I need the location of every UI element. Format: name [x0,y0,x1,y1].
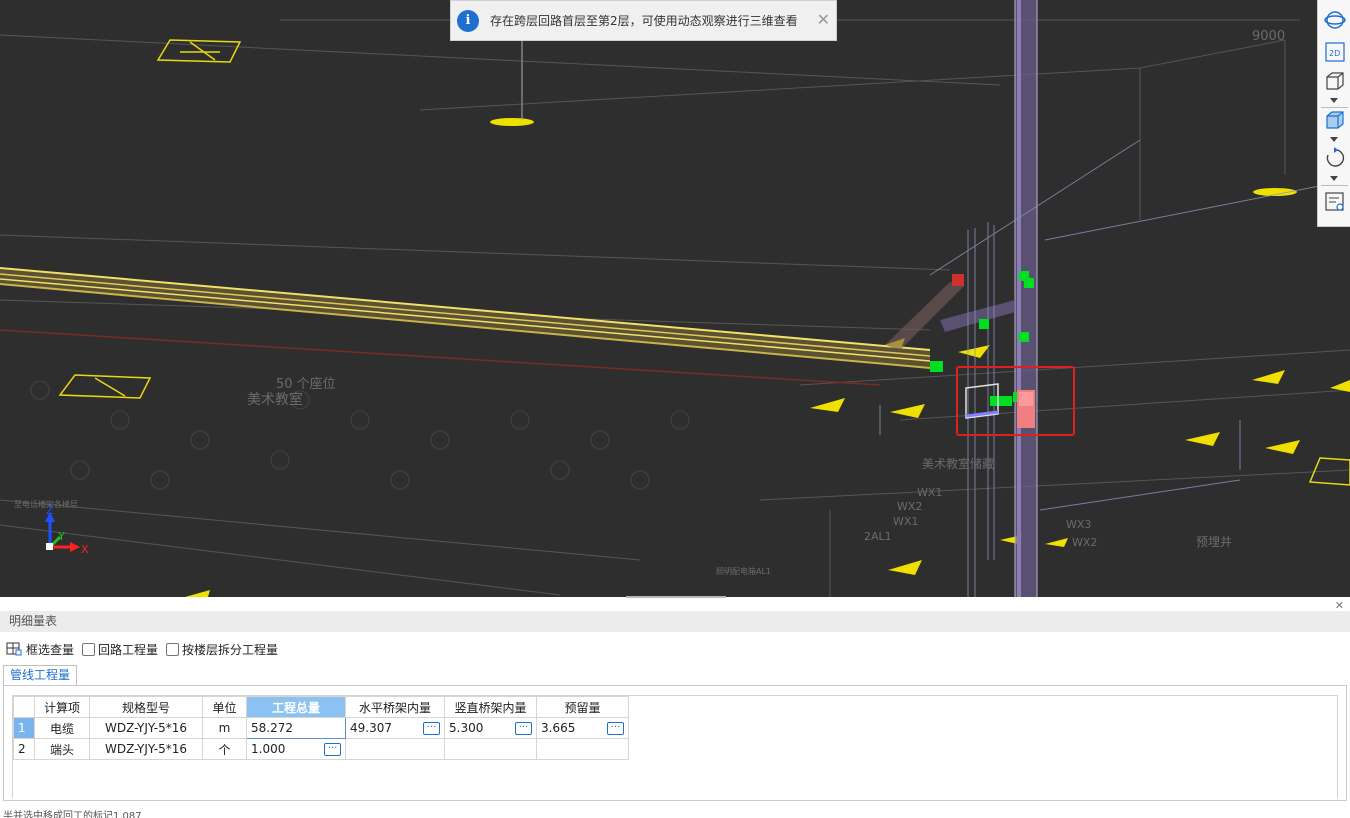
2al1-label: 2AL1 [864,530,892,543]
3d-viewport[interactable]: 50 个座位 美术教室 美术教室储藏 9000 WX1 WX2 WX1 2AL1… [0,0,1350,597]
notification-bar: i 存在跨层回路首层至第2层，可使用动态观察进行三维查看 ✕ [450,0,837,41]
status-bar: 半并选中移成回工的标记1.087 [3,811,142,818]
axis-z-label: Z [46,504,54,517]
wireframe [879,139,1350,597]
tab-pipe-quantity[interactable]: 管线工程量 [3,665,78,686]
column-header[interactable]: 计算项 [34,696,90,718]
item-cell[interactable]: 端头 [34,738,90,760]
circuit-quantity-checkbox[interactable]: 回路工程量 [82,641,158,658]
total-cell[interactable]: 1.000 ··· [246,738,346,760]
column-header-active[interactable]: 工程总量 [246,696,346,718]
rotate-icon [1326,147,1345,167]
room-seat-label: 50 个座位 [276,377,336,392]
spec-cell[interactable]: WDZ-YJY-5*16 [89,738,203,760]
table-row[interactable]: 1 电缆 WDZ-YJY-5*16 m 58.272 49.307 ··· 5.3… [13,717,629,739]
wx3-label: WX3 [1066,518,1091,531]
column-header[interactable]: 竖直桥架内量 [444,696,537,718]
panel-tabs: 管线工程量 [3,665,78,686]
chevron-down-icon[interactable] [1330,98,1338,103]
wx2b-label: WX2 [1072,536,1097,549]
layer-display-button[interactable] [1323,190,1347,214]
box-select-icon [6,642,22,656]
column-header[interactable]: 水平桥架内量 [345,696,445,718]
view-2d-button[interactable]: 2D [1323,40,1347,64]
close-icon[interactable]: ✕ [817,11,830,29]
vertical-cell[interactable] [444,738,537,760]
wx1b-label: WX1 [893,515,918,528]
toolbar-divider [1321,185,1348,186]
table-header-row: 计算项 规格型号 单位 工程总量 水平桥架内量 竖直桥架内量 预留量 [13,696,629,718]
chevron-down-icon[interactable] [1330,137,1338,142]
column-header [13,696,35,718]
more-button[interactable]: ··· [515,721,532,735]
circuit-quantity-label: 回路工程量 [98,642,159,657]
vertical-value: 5.300 [449,721,484,735]
grid-number-label: 9000 [1252,29,1285,44]
cable-tray [0,267,931,369]
wx1-label: WX1 [917,486,942,499]
notification-message: 存在跨层回路首层至第2层，可使用动态观察进行三维查看 [490,14,798,28]
view-toolbar: 2D [1317,0,1350,227]
room-right-label: 美术教室储藏 [922,456,994,471]
checkbox-box[interactable] [166,642,180,656]
view-2d-icon: 2D [1325,42,1345,62]
floor-split-label: 按楼层拆分工程量 [182,642,279,657]
wireframe-cube-button[interactable] [1323,69,1347,93]
box-select-button[interactable]: 框选查量 [6,641,74,658]
row-number[interactable]: 2 [13,738,35,760]
table-container: 计算项 规格型号 单位 工程总量 水平桥架内量 竖直桥架内量 预留量 1 电缆 … [3,685,1347,801]
shaft-label: 预埋井 [1196,535,1232,549]
more-button[interactable]: ··· [423,721,440,735]
reserve-value: 3.665 [541,721,576,735]
more-button[interactable]: ··· [607,721,624,735]
quantity-table: 计算项 规格型号 单位 工程总量 水平桥架内量 竖直桥架内量 预留量 1 电缆 … [13,696,629,760]
column-header[interactable]: 预留量 [536,696,629,718]
wx2-label: WX2 [897,500,922,513]
light-fixtures [185,118,1350,597]
axis-y-label: Y [57,530,65,543]
reserve-cell[interactable]: 3.665 ··· [536,717,629,739]
floor-lines [0,19,1350,597]
panel-options: 框选查量 回路工程量 按楼层拆分工程量 [6,639,286,659]
column-header[interactable]: 单位 [202,696,247,718]
vertical-cell[interactable]: 5.300 ··· [444,717,537,739]
dynamic-orbit-button[interactable] [1323,8,1347,32]
floor-split-checkbox[interactable]: 按楼层拆分工程量 [166,641,278,658]
scene-canvas[interactable]: 50 个座位 美术教室 美术教室储藏 9000 WX1 WX2 WX1 2AL1… [0,0,1350,597]
axis-gizmo: Z Y X [45,504,89,556]
axis-x-label: X [81,543,89,556]
spec-cell[interactable]: WDZ-YJY-5*16 [89,717,203,739]
panel-title: 明细量表 [0,611,1350,632]
column-header[interactable]: 规格型号 [89,696,203,718]
box-select-label: 框选查量 [26,642,75,657]
more-button[interactable]: ··· [324,742,341,756]
layer-display-icon [1325,192,1344,211]
horizontal-value: 49.307 [350,721,392,735]
detail-quantity-panel: ✕ 明细量表 框选查量 回路工程量 按楼层拆分工程量 管线工程量 计算项 规格型… [0,598,1350,816]
shaded-cube-button[interactable] [1323,108,1347,132]
svg-text:2D: 2D [1329,49,1340,58]
item-cell[interactable]: 电缆 [34,717,90,739]
row-number[interactable]: 1 [13,717,35,739]
unit-cell[interactable]: m [202,717,247,739]
checkbox-box[interactable] [82,642,96,656]
table-row[interactable]: 2 端头 WDZ-YJY-5*16 个 1.000 ··· [13,738,629,760]
total-value: 1.000 [251,742,286,756]
unit-cell[interactable]: 个 [202,738,247,760]
total-cell[interactable]: 58.272 [246,717,346,739]
room-name-label: 美术教室 [247,391,303,408]
dynamic-orbit-icon [1324,11,1346,29]
wireframe-cube-icon [1326,72,1344,90]
info-icon: i [457,9,479,32]
rotate-button[interactable] [1323,146,1347,170]
horizontal-cell[interactable]: 49.307 ··· [345,717,445,739]
shaded-cube-icon [1326,111,1344,129]
reserve-cell[interactable] [536,738,629,760]
chevron-down-icon[interactable] [1330,176,1338,181]
door-symbols [58,39,1350,486]
quantity-table-wrapper: 计算项 规格型号 单位 工程总量 水平桥架内量 竖直桥架内量 预留量 1 电缆 … [12,695,1338,798]
panel-note-label: 照明配电箱AL1 [716,566,771,576]
horizontal-cell[interactable] [345,738,445,760]
